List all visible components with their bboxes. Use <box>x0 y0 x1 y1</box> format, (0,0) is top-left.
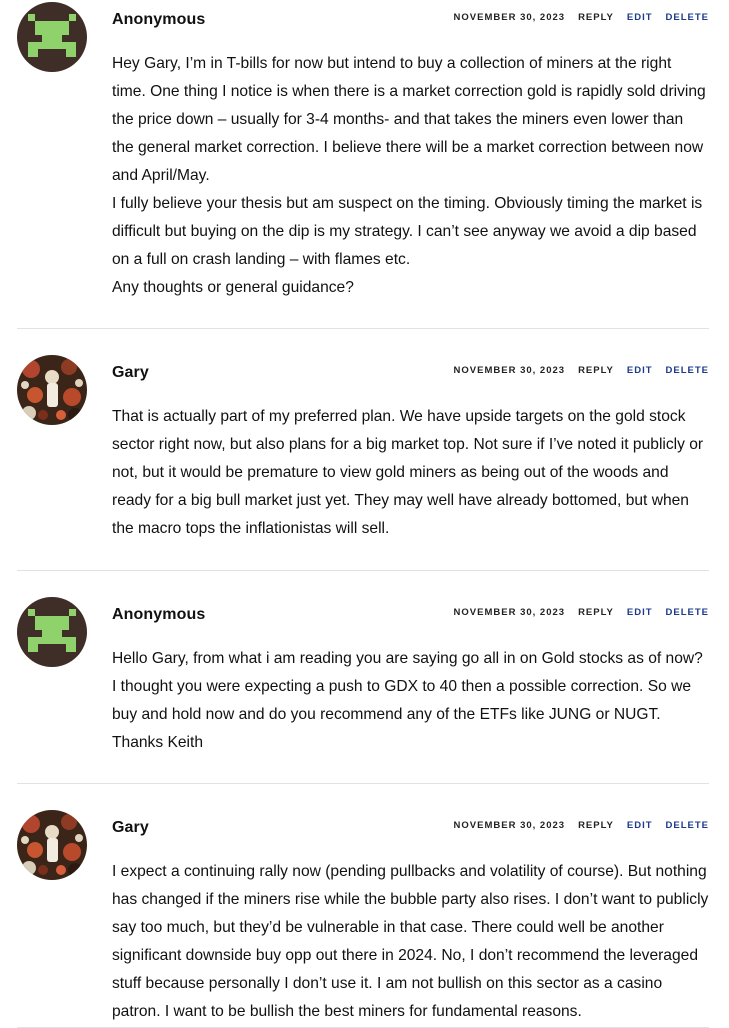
delete-link[interactable]: DELETE <box>666 365 709 376</box>
comment-meta: NOVEMBER 30, 2023 REPLY EDIT DELETE <box>454 12 709 23</box>
pixel-invader-avatar <box>17 2 87 72</box>
comment-date: NOVEMBER 30, 2023 <box>453 820 566 831</box>
comment-author: Gary <box>112 819 149 836</box>
comment-author: Anonymous <box>112 606 206 623</box>
comment: Gary NOVEMBER 30, 2023 REPLY EDIT DELETE… <box>17 784 709 1028</box>
comment-body: Hello Gary, from what i am reading you a… <box>112 645 709 757</box>
delete-link[interactable]: DELETE <box>666 12 709 23</box>
edit-link[interactable]: EDIT <box>627 820 653 831</box>
reply-link[interactable]: REPLY <box>578 607 614 618</box>
comment-paragraph: Hey Gary, I’m in T-bills for now but int… <box>112 55 706 184</box>
comment: Anonymous NOVEMBER 30, 2023 REPLY EDIT D… <box>17 0 709 329</box>
comment-paragraph: I fully believe your thesis but am suspe… <box>112 195 703 268</box>
delete-link[interactable]: DELETE <box>666 607 709 618</box>
delete-link[interactable]: DELETE <box>666 820 709 831</box>
comment-meta: NOVEMBER 30, 2023 REPLY EDIT DELETE <box>454 607 709 618</box>
edit-link[interactable]: EDIT <box>627 365 653 376</box>
comment: Anonymous NOVEMBER 30, 2023 REPLY EDIT D… <box>17 571 709 784</box>
edit-link[interactable]: EDIT <box>627 12 653 23</box>
comment: Gary NOVEMBER 30, 2023 REPLY EDIT DELETE… <box>17 329 709 571</box>
comment-meta: NOVEMBER 30, 2023 REPLY EDIT DELETE <box>454 820 709 831</box>
reply-link[interactable]: REPLY <box>578 820 614 831</box>
pixel-invader-avatar <box>17 597 87 667</box>
reply-link[interactable]: REPLY <box>578 12 614 23</box>
painting-avatar <box>17 810 87 880</box>
comment-body: Hey Gary, I’m in T-bills for now but int… <box>112 50 709 302</box>
painting-avatar <box>17 355 87 425</box>
comment-author: Anonymous <box>112 11 206 28</box>
edit-link[interactable]: EDIT <box>627 607 653 618</box>
comment-meta: NOVEMBER 30, 2023 REPLY EDIT DELETE <box>454 365 709 376</box>
comment-paragraph: I expect a continuing rally now (pending… <box>112 863 709 1020</box>
comment-paragraph: Any thoughts or general guidance? <box>112 279 354 296</box>
comment-date: NOVEMBER 30, 2023 <box>453 607 566 618</box>
reply-link[interactable]: REPLY <box>578 365 614 376</box>
comment-body: I expect a continuing rally now (pending… <box>112 858 709 1026</box>
comment-paragraph: That is actually part of my preferred pl… <box>112 408 704 537</box>
comment-date: NOVEMBER 30, 2023 <box>453 365 566 376</box>
comment-body: That is actually part of my preferred pl… <box>112 403 709 543</box>
comment-date: NOVEMBER 30, 2023 <box>453 12 566 23</box>
comment-author: Gary <box>112 364 149 381</box>
comment-paragraph: Hello Gary, from what i am reading you a… <box>112 650 703 751</box>
